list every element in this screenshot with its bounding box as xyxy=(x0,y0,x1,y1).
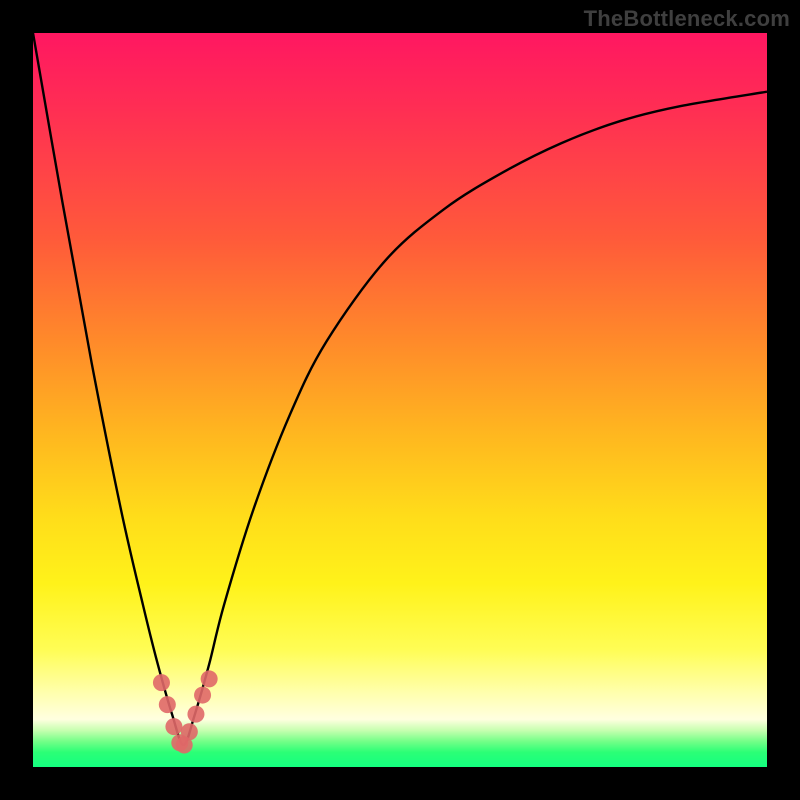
highlight-markers xyxy=(153,670,218,753)
curve-layer xyxy=(33,33,767,767)
highlight-dot xyxy=(194,687,211,704)
bottleneck-curve xyxy=(33,33,767,745)
highlight-dot xyxy=(153,674,170,691)
highlight-dot xyxy=(201,670,218,687)
chart-frame: TheBottleneck.com xyxy=(0,0,800,800)
highlight-dot xyxy=(187,706,204,723)
plot-area xyxy=(33,33,767,767)
highlight-dot xyxy=(159,696,176,713)
watermark-text: TheBottleneck.com xyxy=(584,6,790,32)
highlight-dot xyxy=(181,723,198,740)
highlight-dot xyxy=(176,736,193,753)
highlight-dot xyxy=(171,734,188,751)
highlight-dot xyxy=(165,718,182,735)
